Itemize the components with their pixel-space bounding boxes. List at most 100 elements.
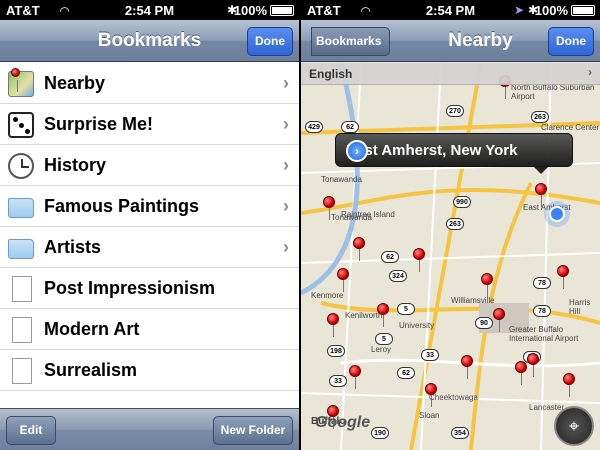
navigation-bar: Bookmarks Done <box>0 20 299 62</box>
bottom-toolbar: Edit New Folder <box>0 408 299 450</box>
battery-percent: 100% <box>534 3 568 18</box>
route-shield: 33 <box>421 349 439 361</box>
done-button[interactable]: Done <box>247 27 293 56</box>
route-shield: 90 <box>475 317 493 329</box>
chevron-right-icon: › <box>588 65 592 79</box>
map-pin[interactable] <box>337 268 349 292</box>
map-pin[interactable] <box>481 273 493 297</box>
chevron-right-icon: › <box>283 196 289 216</box>
route-shield: 263 <box>446 218 464 230</box>
done-button[interactable]: Done <box>548 27 594 56</box>
clock-icon <box>8 153 34 179</box>
list-item-label: Famous Paintings <box>44 196 200 216</box>
battery-icon <box>270 5 294 16</box>
list-item-post-impressionism[interactable]: Post Impressionism <box>0 268 299 309</box>
map-label: Harris Hill <box>569 298 591 316</box>
user-location-icon <box>549 206 565 222</box>
map-pin[interactable] <box>461 355 473 379</box>
map-label: Kenmore <box>311 291 344 300</box>
status-bar: AT&T ◠ 2:54 PM ➤ ✱ 100% <box>301 0 600 20</box>
map-label: Sloan <box>419 411 440 420</box>
map-label: Clarence Center <box>541 123 600 132</box>
route-shield: 190 <box>371 427 389 439</box>
nearby-map-screen: North Buffalo Suburban Airport Clarence … <box>301 0 600 450</box>
route-shield: 5 <box>397 303 415 315</box>
map-view[interactable]: North Buffalo Suburban Airport Clarence … <box>301 63 600 450</box>
route-shield: 990 <box>453 196 471 208</box>
map-label: Williamsville <box>451 296 495 305</box>
track-location-button[interactable]: ⌖ <box>554 406 594 446</box>
map-pin-icon <box>8 68 34 97</box>
map-pin[interactable] <box>327 313 339 337</box>
map-pin[interactable] <box>323 196 335 220</box>
language-bar[interactable]: English › <box>301 63 600 85</box>
chevron-right-icon: › <box>283 73 289 93</box>
folder-icon <box>8 239 34 259</box>
map-pin[interactable] <box>377 303 389 327</box>
route-shield: 429 <box>305 121 323 133</box>
chevron-right-icon: › <box>283 155 289 175</box>
map-pin[interactable] <box>535 183 547 207</box>
navigation-bar: Bookmarks Nearby Done <box>301 20 600 62</box>
list-item-famous-paintings[interactable]: Famous Paintings › <box>0 186 299 227</box>
list-item-modern-art[interactable]: Modern Art <box>0 309 299 350</box>
map-pin[interactable] <box>425 383 437 407</box>
map-pin[interactable] <box>413 248 425 272</box>
map-pin[interactable] <box>493 308 505 332</box>
google-logo: Google <box>315 414 371 431</box>
list-item-label: Nearby <box>44 73 106 93</box>
document-icon <box>12 276 32 302</box>
language-label: English <box>309 67 353 81</box>
route-shield: 33 <box>329 375 347 387</box>
chevron-right-icon: › <box>283 114 289 134</box>
document-icon <box>12 358 32 384</box>
dice-icon <box>8 112 34 138</box>
route-shield: 62 <box>397 367 415 379</box>
map-label: Kenilworth <box>345 311 383 320</box>
route-shield: 324 <box>389 270 407 282</box>
list-item-label: Modern Art <box>44 319 140 339</box>
route-shield: 198 <box>327 345 345 357</box>
folder-icon <box>8 198 34 218</box>
map-label: Cheektowaga <box>429 393 478 402</box>
list-item-label: History <box>44 155 107 175</box>
location-arrow-icon: ➤ <box>513 3 524 17</box>
disclosure-icon[interactable]: › <box>346 140 368 162</box>
chevron-right-icon: › <box>283 237 289 257</box>
map-pin[interactable] <box>349 365 361 389</box>
list-item-label: Surprise Me! <box>44 114 154 134</box>
map-pin[interactable] <box>515 361 527 385</box>
list-item-label: Surrealism <box>44 360 138 380</box>
route-shield: 354 <box>451 427 469 439</box>
map-label: Tonawanda <box>321 175 362 184</box>
route-shield: 263 <box>531 111 549 123</box>
status-bar: AT&T ◠ 2:54 PM ✱ 100% <box>0 0 299 20</box>
battery-percent: 100% <box>233 3 267 18</box>
list-item-surrealism[interactable]: Surrealism <box>0 350 299 391</box>
map-label: Leroy <box>371 345 392 354</box>
map-pin[interactable] <box>557 265 569 289</box>
bookmarks-list: Nearby › Surprise Me! › History › Famous… <box>0 63 299 391</box>
edit-button[interactable]: Edit <box>6 416 56 445</box>
map-label: University <box>399 321 435 330</box>
map-pin[interactable] <box>527 353 539 377</box>
route-shield: 78 <box>533 277 551 289</box>
map-label: North Buffalo Suburban Airport <box>511 83 595 101</box>
location-callout[interactable]: East Amherst, New York › <box>335 133 573 174</box>
map-label: Greater Buffalo International Airport <box>509 325 579 343</box>
list-item-history[interactable]: History › <box>0 145 299 186</box>
map-label: Tonawanda <box>331 213 372 222</box>
list-item-nearby[interactable]: Nearby › <box>0 63 299 104</box>
list-item-label: Artists <box>44 237 102 257</box>
map-pin[interactable] <box>563 373 575 397</box>
new-folder-button[interactable]: New Folder <box>213 416 293 445</box>
route-shield: 5 <box>375 333 393 345</box>
route-shield: 62 <box>341 121 359 133</box>
list-item-surprise-me[interactable]: Surprise Me! › <box>0 104 299 145</box>
battery-icon <box>571 5 595 16</box>
route-shield: 78 <box>533 305 551 317</box>
list-item-artists[interactable]: Artists › <box>0 227 299 268</box>
document-icon <box>12 317 32 343</box>
map-pin[interactable] <box>353 237 365 261</box>
map-label: Lancaster <box>529 403 565 412</box>
